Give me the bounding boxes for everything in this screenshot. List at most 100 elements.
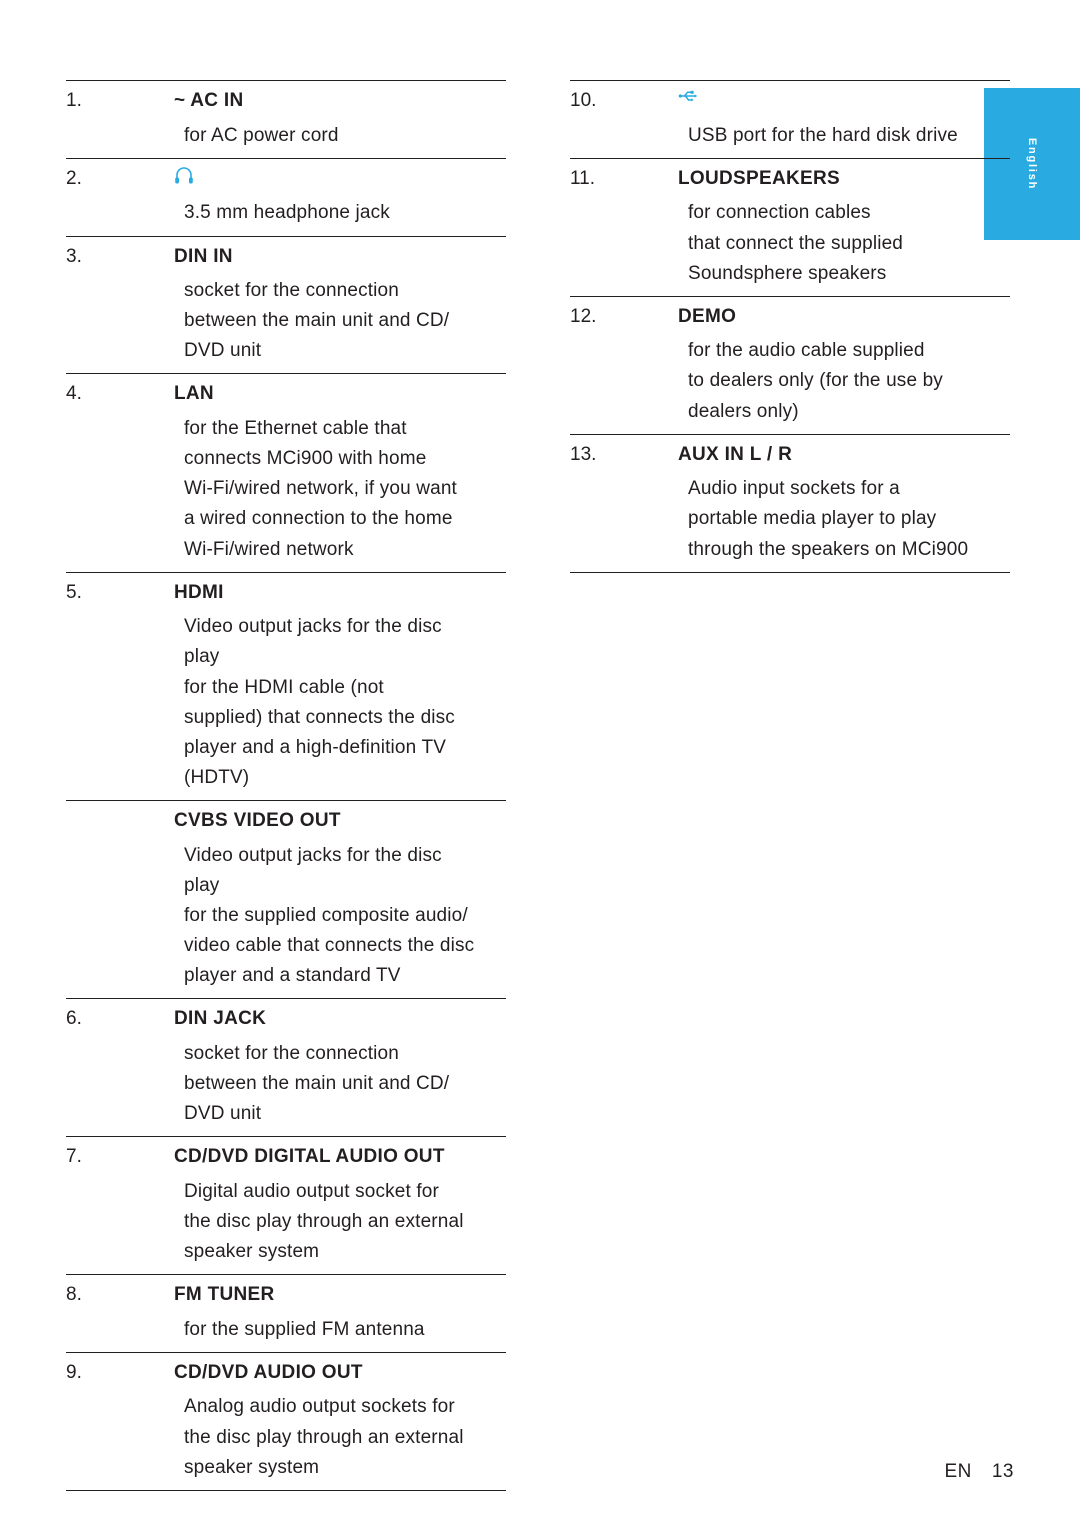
description-line: Wi-Fi/wired network, if you want <box>184 478 457 500</box>
connector-description-row: USB port for the hard disk drive <box>570 120 1010 158</box>
table-bottom-rule <box>66 1489 506 1491</box>
connector-description-row: Digital audio output socket for the disc … <box>66 1176 506 1274</box>
description-line: between the main unit and CD/ <box>184 1072 450 1094</box>
connector-row: 12. DEMO <box>570 295 1010 336</box>
page-footer: EN 13 <box>944 1461 1014 1483</box>
description-line: USB port for the hard disk drive <box>688 124 958 146</box>
description-line: dealers only) <box>688 400 799 422</box>
description-line: DVD unit <box>184 1103 262 1124</box>
connector-label: AUX IN L / R <box>678 443 793 465</box>
description-line: for the audio cable supplied <box>688 340 925 362</box>
connector-label: HDMI <box>174 581 224 603</box>
language-tab-label: English <box>1026 137 1038 191</box>
description-line: to dealers only (for the use by <box>688 370 943 392</box>
connector-row: 1. ~ AC IN <box>66 80 506 120</box>
connector-number: 8. <box>66 1284 82 1306</box>
connector-description: for AC power cord <box>184 120 506 158</box>
description-line: Video output jacks for the disc <box>184 844 442 866</box>
connector-row: 5. HDMI <box>66 571 506 612</box>
footer-page-number: 13 <box>991 1461 1014 1482</box>
description-line: for the supplied FM antenna <box>184 1318 425 1340</box>
description-line: the disc play through an external <box>184 1426 464 1448</box>
connector-label: CVBS VIDEO OUT <box>174 809 341 831</box>
description-line: (HDTV) <box>184 766 250 788</box>
connector-label: FM TUNER <box>174 1284 275 1306</box>
connector-label: DIN JACK <box>174 1008 267 1030</box>
connector-description: for connection cables that connect the su… <box>688 197 1010 295</box>
connector-number: 11. <box>570 167 596 189</box>
connector-description: Audio input sockets for a portable media … <box>688 473 1010 571</box>
connector-number: 2. <box>66 167 82 189</box>
connector-number: 1. <box>66 90 82 111</box>
connector-description: USB port for the hard disk drive <box>688 120 1010 158</box>
connector-description: 3.5 mm headphone jack <box>184 197 506 235</box>
connector-row: 9. CD/DVD AUDIO OUT <box>66 1351 506 1392</box>
description-line: socket for the connection <box>184 1042 399 1064</box>
description-line: video cable that connects the disc <box>184 934 475 956</box>
connector-description-row: for AC power cord <box>66 120 506 158</box>
connector-list-right: 10. USB port for the hard disk drive 11. LO… <box>570 80 1010 573</box>
connector-number: 10. <box>570 90 597 111</box>
connector-row: CVBS VIDEO OUT <box>66 799 506 840</box>
connector-label: DIN IN <box>174 245 233 267</box>
footer-language-code: EN <box>944 1461 972 1482</box>
connector-description-row: for the audio cable supplied to dealers o… <box>570 335 1010 433</box>
connector-description-row: 3.5 mm headphone jack <box>66 197 506 235</box>
connector-row: 10. <box>570 80 1010 120</box>
description-line: portable media player to play <box>688 508 937 530</box>
connector-label: ~ AC IN <box>174 90 244 111</box>
connector-row: 11. LOUDSPEAKERS <box>570 157 1010 198</box>
connector-number: 12. <box>570 305 597 327</box>
connector-row: 6. DIN JACK <box>66 998 506 1038</box>
description-line: speaker system <box>184 1456 320 1478</box>
connector-description-row: Video output jacks for the disc play for t… <box>66 840 506 999</box>
connector-description-row: socket for the connection between the mai… <box>66 275 506 373</box>
connector-description: Digital audio output socket for the disc … <box>184 1176 506 1274</box>
description-line: for the Ethernet cable that <box>184 418 407 440</box>
connector-number: 6. <box>66 1008 82 1030</box>
description-line: 3.5 mm headphone jack <box>184 202 390 224</box>
connector-number: 7. <box>66 1146 82 1168</box>
description-line: for the HDMI cable (not <box>184 676 384 698</box>
connector-description: for the Ethernet cable that connects MCi9… <box>184 413 506 572</box>
connector-row: 2. <box>66 157 506 198</box>
description-line: between the main unit and CD/ <box>184 310 450 332</box>
connector-number: 4. <box>66 383 82 405</box>
headphone-icon <box>174 159 506 198</box>
description-line: a wired connection to the home <box>184 508 453 530</box>
description-line: play <box>184 646 220 668</box>
usb-icon <box>678 81 1010 120</box>
connector-row: 13. AUX IN L / R <box>570 433 1010 474</box>
connector-description-row: for the Ethernet cable that connects MCi9… <box>66 413 506 572</box>
description-line: for connection cables <box>688 202 871 224</box>
connector-number <box>66 801 174 840</box>
description-line: speaker system <box>184 1240 320 1262</box>
connector-description-row: for the supplied FM antenna <box>66 1314 506 1352</box>
connector-description: socket for the connection between the mai… <box>184 275 506 373</box>
description-line: that connect the supplied <box>688 232 904 254</box>
connector-description-row: Analog audio output sockets for the disc … <box>66 1391 506 1489</box>
connector-label: CD/DVD DIGITAL AUDIO OUT <box>174 1146 445 1168</box>
connector-description-row: Video output jacks for the disc play for t… <box>66 611 506 800</box>
connector-row: 8. FM TUNER <box>66 1274 506 1314</box>
description-line: Video output jacks for the disc <box>184 616 442 638</box>
description-line: Soundsphere speakers <box>688 262 887 284</box>
connector-description: Video output jacks for the disc play for t… <box>184 840 506 999</box>
connector-number: 3. <box>66 245 82 267</box>
description-line: socket for the connection <box>184 280 399 302</box>
connector-description: for the audio cable supplied to dealers o… <box>688 335 1010 433</box>
connector-row: 4. LAN <box>66 373 506 413</box>
connector-list-left: 1. ~ AC IN for AC power cord 2. 3.5 mm headp… <box>66 80 506 1491</box>
description-line: supplied) that connects the disc <box>184 706 455 728</box>
table-bottom-rule <box>570 571 1010 573</box>
connector-description: socket for the connection between the mai… <box>184 1038 506 1136</box>
description-line: Digital audio output socket for <box>184 1180 439 1202</box>
description-line: player and a high-definition TV <box>184 736 447 758</box>
description-line: player and a standard TV <box>184 965 401 987</box>
connector-description: Analog audio output sockets for the disc … <box>184 1391 506 1489</box>
description-line: Analog audio output sockets for <box>184 1396 455 1418</box>
description-line: play <box>184 874 220 896</box>
connector-row: 3. DIN IN <box>66 235 506 276</box>
connector-label: CD/DVD AUDIO OUT <box>174 1361 363 1383</box>
connector-label: LAN <box>174 383 214 405</box>
